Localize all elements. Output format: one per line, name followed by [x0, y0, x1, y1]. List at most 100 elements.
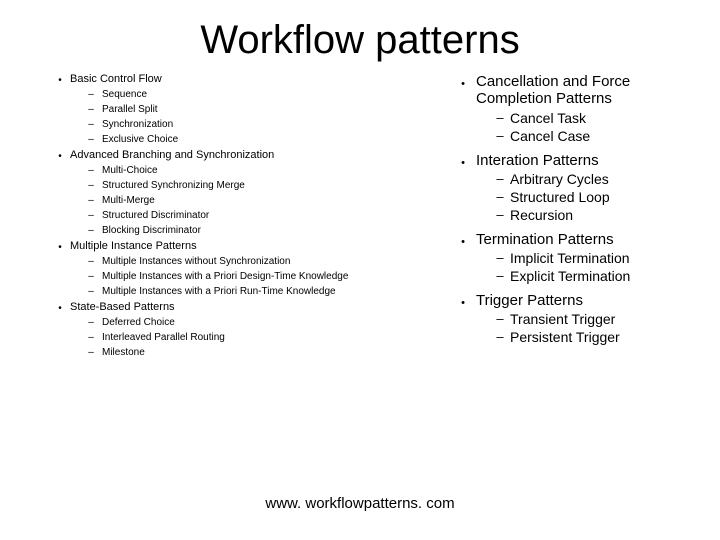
right-column: • Cancellation and Force Completion Patt… [440, 73, 700, 362]
item-label: Milestone [102, 347, 145, 358]
dash-icon: – [80, 286, 102, 297]
item-label: Synchronization [102, 119, 173, 130]
list-item: –Exclusive Choice [50, 134, 430, 145]
bullet-row: • Multiple Instance Patterns [50, 240, 430, 253]
list-item: –Milestone [50, 347, 430, 358]
bullet-icon: • [50, 240, 70, 253]
list-item: –Deferred Choice [50, 317, 430, 328]
section-termination: • Termination Patterns –Implicit Termina… [450, 231, 700, 284]
item-label: Persistent Trigger [510, 329, 620, 345]
section-iteration: • Interation Patterns –Arbitrary Cycles … [450, 152, 700, 223]
list-item: –Arbitrary Cycles [450, 171, 700, 187]
list-item: –Synchronization [50, 119, 430, 130]
list-item: –Transient Trigger [450, 311, 700, 327]
section-label: Cancellation and Force Completion Patter… [476, 73, 700, 108]
content-columns: • Basic Control Flow –Sequence –Parallel… [0, 73, 720, 362]
section-basic-control-flow: • Basic Control Flow –Sequence –Parallel… [50, 73, 430, 145]
dash-icon: – [80, 332, 102, 343]
dash-icon: – [80, 104, 102, 115]
item-label: Exclusive Choice [102, 134, 178, 145]
list-item: –Multiple Instances with a Priori Design… [50, 271, 430, 282]
section-label: Trigger Patterns [476, 292, 583, 309]
dash-icon: – [490, 329, 510, 344]
item-label: Multiple Instances without Synchronizati… [102, 256, 290, 267]
section-trigger: • Trigger Patterns –Transient Trigger –P… [450, 292, 700, 345]
section-multiple-instance: • Multiple Instance Patterns –Multiple I… [50, 240, 430, 297]
bullet-row: • Cancellation and Force Completion Patt… [450, 73, 700, 108]
item-label: Cancel Task [510, 110, 586, 126]
footer-url: www. workflowpatterns. com [0, 495, 720, 512]
list-item: –Multiple Instances with a Priori Run-Ti… [50, 286, 430, 297]
item-label: Sequence [102, 89, 147, 100]
dash-icon: – [80, 89, 102, 100]
item-label: Parallel Split [102, 104, 158, 115]
dash-icon: – [80, 134, 102, 145]
section-label: Basic Control Flow [70, 73, 162, 85]
bullet-icon: • [50, 149, 70, 162]
section-label: Termination Patterns [476, 231, 614, 248]
item-label: Multiple Instances with a Priori Design-… [102, 271, 348, 282]
dash-icon: – [490, 128, 510, 143]
list-item: –Multiple Instances without Synchronizat… [50, 256, 430, 267]
slide: Workflow patterns • Basic Control Flow –… [0, 0, 720, 540]
item-label: Explicit Termination [510, 268, 630, 284]
dash-icon: – [80, 165, 102, 176]
item-label: Multi-Merge [102, 195, 155, 206]
dash-icon: – [490, 207, 510, 222]
list-item: –Cancel Case [450, 128, 700, 144]
bullet-row: • Termination Patterns [450, 231, 700, 248]
list-item: –Structured Synchronizing Merge [50, 180, 430, 191]
dash-icon: – [80, 195, 102, 206]
dash-icon: – [80, 119, 102, 130]
item-label: Cancel Case [510, 128, 590, 144]
bullet-icon: • [50, 301, 70, 314]
dash-icon: – [80, 256, 102, 267]
bullet-row: • Interation Patterns [450, 152, 700, 169]
bullet-icon: • [450, 231, 476, 248]
bullet-icon: • [450, 73, 476, 90]
item-label: Deferred Choice [102, 317, 175, 328]
item-label: Blocking Discriminator [102, 225, 201, 236]
list-item: –Parallel Split [50, 104, 430, 115]
section-label: Multiple Instance Patterns [70, 240, 197, 252]
dash-icon: – [80, 347, 102, 358]
dash-icon: – [490, 189, 510, 204]
dash-icon: – [490, 250, 510, 265]
item-label: Recursion [510, 207, 573, 223]
dash-icon: – [80, 210, 102, 221]
section-label: State-Based Patterns [70, 301, 175, 313]
bullet-icon: • [50, 73, 70, 86]
item-label: Arbitrary Cycles [510, 171, 609, 187]
bullet-icon: • [450, 152, 476, 169]
item-label: Structured Discriminator [102, 210, 209, 221]
list-item: –Recursion [450, 207, 700, 223]
bullet-row: • Advanced Branching and Synchronization [50, 149, 430, 162]
section-label: Interation Patterns [476, 152, 599, 169]
list-item: –Sequence [50, 89, 430, 100]
dash-icon: – [490, 171, 510, 186]
item-label: Implicit Termination [510, 250, 630, 266]
dash-icon: – [490, 311, 510, 326]
dash-icon: – [80, 225, 102, 236]
section-label: Advanced Branching and Synchronization [70, 149, 274, 161]
bullet-row: • State-Based Patterns [50, 301, 430, 314]
section-cancellation: • Cancellation and Force Completion Patt… [450, 73, 700, 144]
dash-icon: – [490, 268, 510, 283]
list-item: –Implicit Termination [450, 250, 700, 266]
item-label: Structured Loop [510, 189, 610, 205]
dash-icon: – [80, 317, 102, 328]
list-item: –Multi-Choice [50, 165, 430, 176]
list-item: –Interleaved Parallel Routing [50, 332, 430, 343]
list-item: –Structured Discriminator [50, 210, 430, 221]
item-label: Multiple Instances with a Priori Run-Tim… [102, 286, 336, 297]
list-item: –Structured Loop [450, 189, 700, 205]
dash-icon: – [490, 110, 510, 125]
list-item: –Multi-Merge [50, 195, 430, 206]
item-label: Interleaved Parallel Routing [102, 332, 225, 343]
item-label: Multi-Choice [102, 165, 158, 176]
dash-icon: – [80, 180, 102, 191]
page-title: Workflow patterns [0, 0, 720, 73]
list-item: –Cancel Task [450, 110, 700, 126]
section-state-based: • State-Based Patterns –Deferred Choice … [50, 301, 430, 358]
bullet-row: • Trigger Patterns [450, 292, 700, 309]
